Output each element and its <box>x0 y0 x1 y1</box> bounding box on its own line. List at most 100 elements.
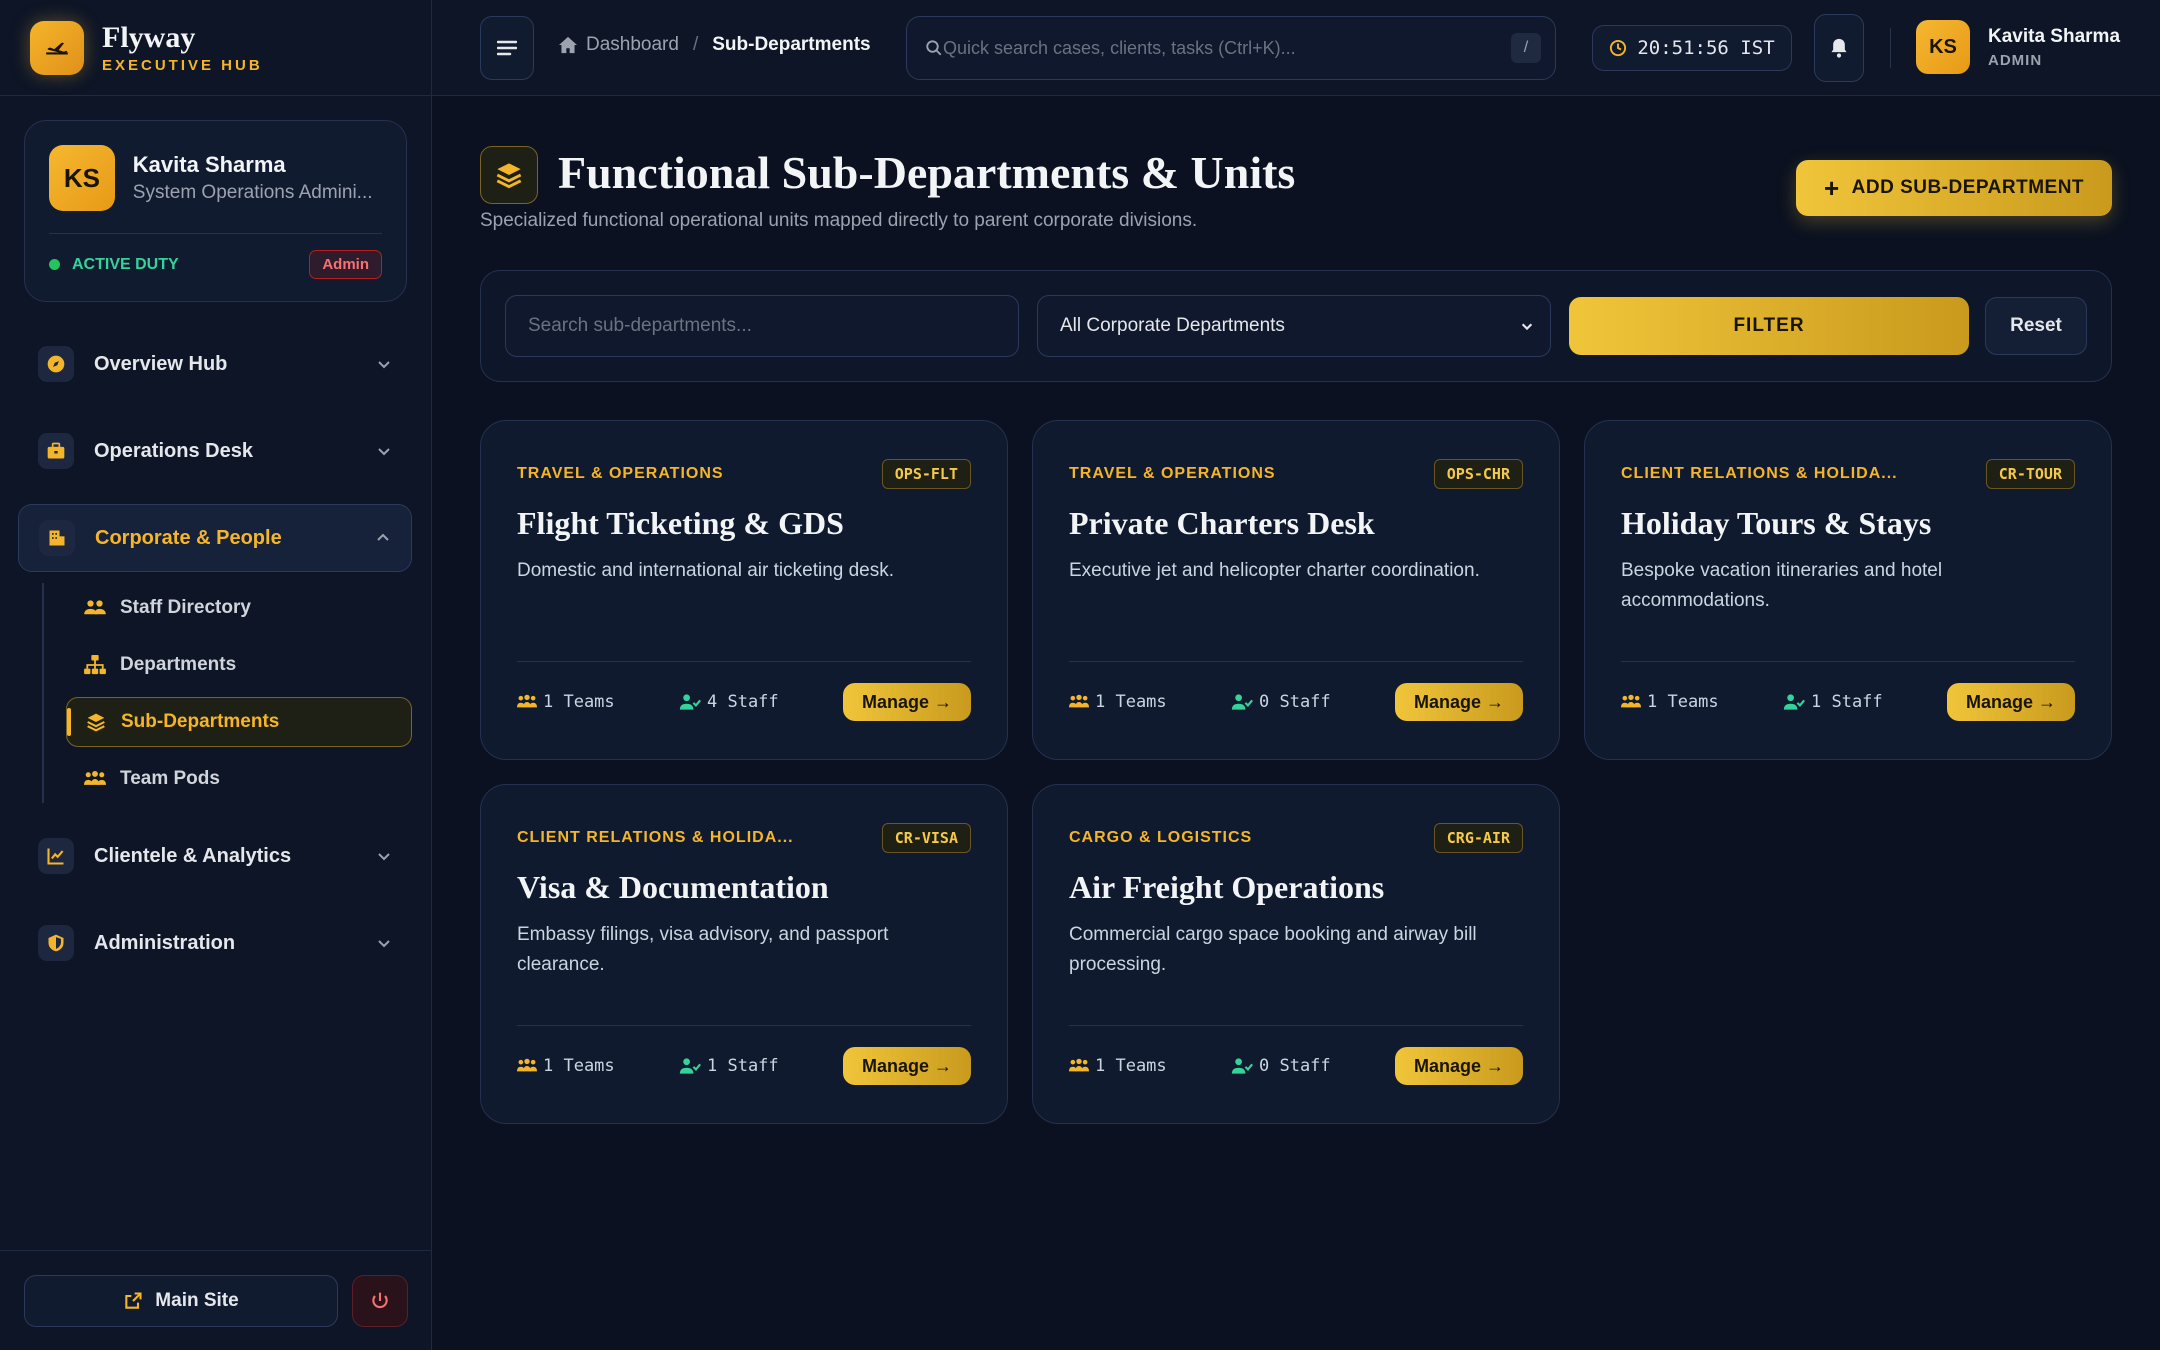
card-category: TRAVEL & OPERATIONS <box>517 465 724 482</box>
card-teams: 1 Teams <box>1095 692 1167 712</box>
card-title: Private Charters Desk <box>1069 505 1375 541</box>
manage-button[interactable]: Manage → <box>843 683 971 721</box>
subnav-item-staff-directory[interactable]: Staff Directory <box>66 583 412 633</box>
filter-button[interactable]: FILTER <box>1569 297 1969 355</box>
add-sub-department-button[interactable]: + ADD SUB-DEPARTMENT <box>1796 160 2112 216</box>
reset-button[interactable]: Reset <box>1985 297 2087 355</box>
divider <box>1621 661 2075 662</box>
page-subtitle: Specialized functional operational units… <box>480 210 1198 231</box>
card-code: OPS-CHR <box>1433 459 1523 489</box>
card-staff-stat: 1 Staff <box>1783 692 1883 712</box>
sidebar-item-administration[interactable]: Administration <box>18 909 412 977</box>
card-staff: 0 Staff <box>1259 1056 1331 1076</box>
breadcrumb: Dashboard / Sub-Departments <box>558 34 871 56</box>
card-staff-stat: 0 Staff <box>1231 1056 1331 1076</box>
bell-icon <box>1831 38 1847 58</box>
manage-button[interactable]: Manage → <box>1947 683 2075 721</box>
menu-toggle-button[interactable] <box>480 16 534 80</box>
card-teams: 1 Teams <box>1095 1056 1167 1076</box>
user-check-icon <box>679 694 701 710</box>
subnav-item-label: Staff Directory <box>120 597 251 618</box>
people-group-icon <box>84 768 106 790</box>
home-icon <box>559 36 577 54</box>
subnav-item-departments[interactable]: Departments <box>66 640 412 690</box>
divider <box>1069 1025 1523 1026</box>
subnav-item-label: Sub-Departments <box>121 711 280 732</box>
sidebar-item-corporate-people[interactable]: Corporate & People <box>18 504 412 572</box>
card-description: Domestic and international air ticketing… <box>517 560 895 581</box>
main-site-button[interactable]: Main Site <box>24 1274 338 1327</box>
logout-button[interactable] <box>352 1274 408 1327</box>
main-site-label: Main Site <box>155 1289 239 1311</box>
search-shortcut-key: / <box>1511 33 1541 63</box>
sidebar-item-label: Clientele & Analytics <box>94 844 292 867</box>
card-code: OPS-FLT <box>881 459 971 489</box>
divider <box>517 661 971 662</box>
card-staff-stat: 0 Staff <box>1231 692 1331 712</box>
layers-icon <box>85 711 107 733</box>
notifications-button[interactable] <box>1814 14 1864 82</box>
corporate-department-select[interactable]: All Corporate Departments <box>1037 295 1551 357</box>
brand[interactable]: Flyway EXECUTIVE HUB <box>0 0 431 96</box>
sidebar-item-clientele-analytics[interactable]: Clientele & Analytics <box>18 822 412 890</box>
card-staff: 1 Staff <box>1811 692 1883 712</box>
users-icon <box>84 597 106 619</box>
plus-icon: + <box>1823 173 1840 203</box>
subnav-item-label: Departments <box>120 654 237 675</box>
card-description: Embassy filings, visa advisory, and pass… <box>517 924 889 975</box>
breadcrumb-current: Sub-Departments <box>712 34 871 55</box>
brand-name: Flyway <box>102 21 196 54</box>
clock-icon <box>1610 39 1627 57</box>
sub-department-search-input[interactable] <box>505 295 1019 357</box>
filter-bar: All Corporate Departments FILTER Reset <box>480 270 2112 382</box>
breadcrumb-home[interactable]: Dashboard <box>558 34 679 56</box>
subnav-item-sub-departments[interactable]: Sub-Departments <box>66 697 412 747</box>
chevron-down-icon <box>378 940 390 948</box>
plane-logo-icon <box>30 20 84 75</box>
global-search-input[interactable] <box>943 37 1511 59</box>
user-menu[interactable]: KS Kavita Sharma ADMIN <box>1916 20 2120 74</box>
user-role: ADMIN <box>1988 51 2043 69</box>
subnav-item-team-pods[interactable]: Team Pods <box>66 754 412 804</box>
card-description: Commercial cargo space booking and airwa… <box>1069 924 1477 975</box>
sidebar-footer: Main Site <box>0 1250 432 1350</box>
card-category: CARGO & LOGISTICS <box>1069 829 1253 846</box>
user-name: Kavita Sharma <box>1988 25 2121 47</box>
card-code: CRG-AIR <box>1433 823 1523 853</box>
chevron-up-icon <box>377 533 389 541</box>
sidebar-item-label: Operations Desk <box>94 439 253 462</box>
building-icon <box>39 520 75 556</box>
user-check-icon <box>1231 1058 1253 1074</box>
sub-department-card: TRAVEL & OPERATIONS OPS-FLT Flight Ticke… <box>480 420 1008 760</box>
people-group-icon <box>517 1058 537 1072</box>
sidebar-item-operations-desk[interactable]: Operations Desk <box>18 417 412 485</box>
sidebar-item-label: Overview Hub <box>94 352 228 375</box>
user-check-icon <box>679 1058 701 1074</box>
sitemap-icon <box>84 654 106 676</box>
card-teams-stat: 1 Teams <box>1069 692 1231 712</box>
sub-department-card: TRAVEL & OPERATIONS OPS-CHR Private Char… <box>1032 420 1560 760</box>
divider <box>517 1025 971 1026</box>
global-search: / <box>906 16 1556 80</box>
clock: 20:51:56 IST <box>1592 25 1792 71</box>
card-category: CLIENT RELATIONS & HOLIDA... <box>1621 465 1898 482</box>
profile-name: Kavita Sharma <box>132 152 286 177</box>
compass-icon <box>38 346 74 382</box>
avatar: KS <box>49 145 115 211</box>
breadcrumb-separator: / <box>692 34 699 55</box>
card-title: Visa & Documentation <box>517 869 829 905</box>
power-icon <box>372 1292 388 1308</box>
layers-icon <box>480 146 538 204</box>
sidebar-item-overview-hub[interactable]: Overview Hub <box>18 330 412 398</box>
manage-button[interactable]: Manage → <box>843 1047 971 1085</box>
card-staff: 0 Staff <box>1259 692 1331 712</box>
main-content: Functional Sub-Departments & Units Speci… <box>432 96 2160 1350</box>
manage-button[interactable]: Manage → <box>1395 683 1523 721</box>
manage-button[interactable]: Manage → <box>1395 1047 1523 1085</box>
card-description: Bespoke vacation itineraries and hotel a… <box>1621 560 1943 611</box>
clock-time: 20:51:56 IST <box>1637 37 1775 59</box>
card-staff-stat: 4 Staff <box>679 692 779 712</box>
sidebar-item-label: Corporate & People <box>95 526 282 549</box>
chevron-down-icon <box>1521 323 1533 331</box>
card-staff: 4 Staff <box>707 692 779 712</box>
